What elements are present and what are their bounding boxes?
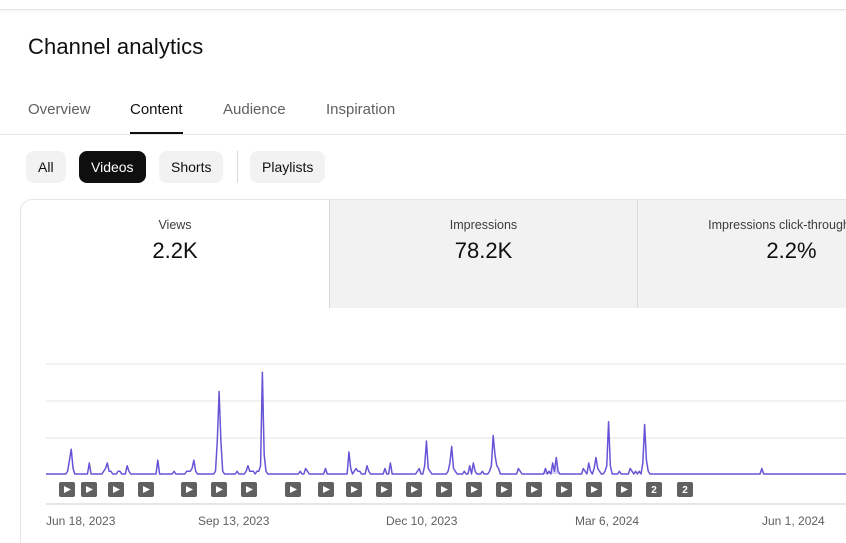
analytics-tabs: Overview Content Audience Inspiration <box>0 92 846 135</box>
chart-series-line <box>46 371 846 475</box>
video-marker <box>81 482 97 497</box>
views-line-chart: 22 Jun 18, 2023 Sep 13, 2023 Dec 10, 2023 M… <box>46 363 846 528</box>
x-axis-tick-label: Mar 6, 2024 <box>575 514 639 528</box>
video-marker: 2 <box>677 482 693 497</box>
video-marker <box>526 482 542 497</box>
x-axis-tick-label: Sep 13, 2023 <box>198 514 270 528</box>
top-app-bar <box>0 0 846 10</box>
video-marker <box>318 482 334 497</box>
tab-inspiration[interactable]: Inspiration <box>326 92 395 134</box>
tab-audience[interactable]: Audience <box>223 92 286 134</box>
x-axis-labels: Jun 18, 2023 Sep 13, 2023 Dec 10, 2023 Mar … <box>46 514 825 528</box>
video-markers: 22 <box>59 482 693 497</box>
chip-divider <box>237 151 238 183</box>
video-marker <box>406 482 422 497</box>
video-marker <box>436 482 452 497</box>
video-marker <box>346 482 362 497</box>
video-marker <box>211 482 227 497</box>
video-marker <box>181 482 197 497</box>
filter-chip-playlists[interactable]: Playlists <box>250 151 326 183</box>
tab-overview[interactable]: Overview <box>28 92 91 134</box>
video-marker <box>466 482 482 497</box>
filter-chip-videos[interactable]: Videos <box>79 151 146 183</box>
video-marker <box>285 482 301 497</box>
video-marker <box>556 482 572 497</box>
video-marker <box>376 482 392 497</box>
video-marker <box>59 482 75 497</box>
video-marker <box>138 482 154 497</box>
video-marker <box>241 482 257 497</box>
tab-content[interactable]: Content <box>130 92 183 134</box>
video-marker-count: 2 <box>682 485 688 496</box>
x-axis-tick-label: Jun 1, 2024 <box>762 514 825 528</box>
video-marker-count: 2 <box>651 485 657 496</box>
video-marker <box>108 482 124 497</box>
views-series-line <box>46 371 846 475</box>
page-title: Channel analytics <box>28 34 204 59</box>
filter-chip-all[interactable]: All <box>26 151 66 183</box>
video-marker <box>616 482 632 497</box>
x-axis-tick-label: Jun 18, 2023 <box>46 514 116 528</box>
video-marker <box>586 482 602 497</box>
filter-chip-shorts[interactable]: Shorts <box>159 151 224 183</box>
video-marker: 2 <box>646 482 662 497</box>
x-axis-tick-label: Dec 10, 2023 <box>386 514 458 528</box>
analytics-card: Views 2.2K Impressions 78.2K Impressions… <box>20 199 846 543</box>
video-marker <box>496 482 512 497</box>
